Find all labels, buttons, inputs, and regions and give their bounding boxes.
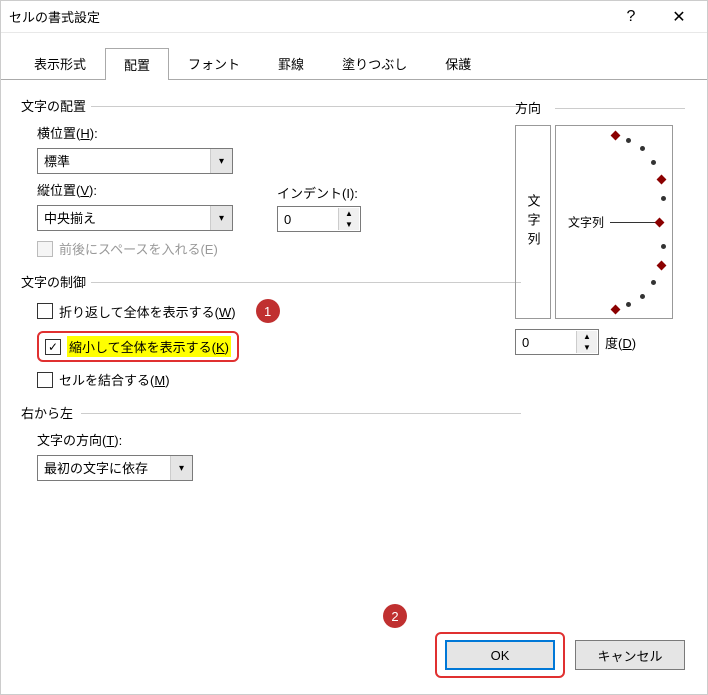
justify-space-checkbox (37, 241, 53, 257)
alignment-group-label: 文字の配置 (21, 96, 521, 115)
dial-dot-icon (640, 294, 645, 299)
text-direction-label: 文字の方向(T): (37, 430, 521, 449)
dialog-footer: 2 OK キャンセル (435, 632, 685, 678)
dialog-title: セルの書式設定 (9, 7, 611, 26)
dial-handle-icon[interactable] (655, 218, 665, 228)
dial-dot-icon (661, 244, 666, 249)
cancel-button[interactable]: キャンセル (575, 640, 685, 670)
spinner-down-icon[interactable]: ▼ (577, 342, 597, 353)
titlebar: セルの書式設定 ? ✕ (1, 1, 707, 33)
dial-line (610, 222, 658, 223)
wrap-text-checkbox[interactable] (37, 303, 53, 319)
rtl-group: 右から左 文字の方向(T): 最初の文字に依存 ▾ (21, 403, 521, 481)
shrink-fit-checkbox[interactable]: ✓ (45, 339, 61, 355)
tab-font[interactable]: フォント (169, 47, 259, 79)
control-group-label: 文字の制御 (21, 272, 521, 291)
annotation-2-box: OK (435, 632, 565, 678)
vertical-select[interactable]: 中央揃え (37, 205, 233, 231)
tab-protection[interactable]: 保護 (426, 47, 490, 79)
spinner-up-icon[interactable]: ▲ (339, 208, 359, 219)
indent-spinner[interactable]: ▲ ▼ (277, 206, 361, 232)
vertical-text-button[interactable]: 文字列 (515, 125, 551, 319)
indent-label: インデント(I): (277, 183, 361, 202)
dial-marker-icon (657, 261, 667, 271)
dial-dot-icon (626, 138, 631, 143)
merge-cells-label: セルを結合する(M) (59, 370, 170, 389)
horizontal-label: 横位置(H): (37, 123, 521, 142)
spinner-up-icon[interactable]: ▲ (577, 331, 597, 342)
spinner-down-icon[interactable]: ▼ (339, 219, 359, 230)
text-direction-select[interactable]: 最初の文字に依存 (37, 455, 193, 481)
annotation-2-badge: 2 (383, 604, 407, 628)
dial-marker-icon (657, 175, 667, 185)
dial-marker-icon (611, 131, 621, 141)
tab-fill[interactable]: 塗りつぶし (323, 47, 426, 79)
annotation-1-badge: 1 (256, 299, 280, 323)
tab-content: 文字の配置 横位置(H): 標準 ▾ (1, 80, 707, 511)
rtl-group-label: 右から左 (21, 403, 521, 422)
dial-text-label: 文字列 (568, 214, 604, 231)
dial-dot-icon (651, 280, 656, 285)
degree-spinner[interactable]: ▲ ▼ (515, 329, 599, 355)
indent-input[interactable] (278, 207, 338, 231)
tab-alignment[interactable]: 配置 (105, 48, 169, 80)
format-cells-dialog: セルの書式設定 ? ✕ 表示形式 配置 フォント 罫線 塗りつぶし 保護 文字の… (0, 0, 708, 695)
wrap-text-label: 折り返して全体を表示する(W) (59, 302, 236, 321)
degree-input[interactable] (516, 330, 576, 354)
alignment-group: 文字の配置 横位置(H): 標準 ▾ (21, 96, 521, 258)
orientation-dial[interactable]: 文字列 (555, 125, 673, 319)
dial-dot-icon (661, 196, 666, 201)
help-button[interactable]: ? (611, 3, 651, 31)
ok-button[interactable]: OK (445, 640, 555, 670)
merge-cells-checkbox[interactable] (37, 372, 53, 388)
tab-border[interactable]: 罫線 (259, 47, 323, 79)
tab-strip: 表示形式 配置 フォント 罫線 塗りつぶし 保護 (1, 33, 707, 80)
dial-marker-icon (611, 305, 621, 315)
justify-space-label: 前後にスペースを入れる(E) (59, 239, 218, 258)
close-button[interactable]: ✕ (659, 3, 699, 31)
control-group: 文字の制御 折り返して全体を表示する(W) 1 ✓ 縮小して全体を表示する(K) (21, 272, 521, 389)
annotation-1-box: ✓ 縮小して全体を表示する(K) (37, 331, 239, 362)
degree-label: 度(D) (605, 333, 636, 352)
horizontal-select[interactable]: 標準 (37, 148, 233, 174)
dial-dot-icon (651, 160, 656, 165)
dial-dot-icon (640, 146, 645, 151)
tab-number[interactable]: 表示形式 (15, 47, 105, 79)
orientation-group-label: 方向 (515, 98, 685, 117)
dial-dot-icon (626, 302, 631, 307)
orientation-group: 方向 文字列 文字列 (515, 98, 685, 355)
shrink-fit-label: 縮小して全体を表示する(K) (67, 336, 231, 357)
